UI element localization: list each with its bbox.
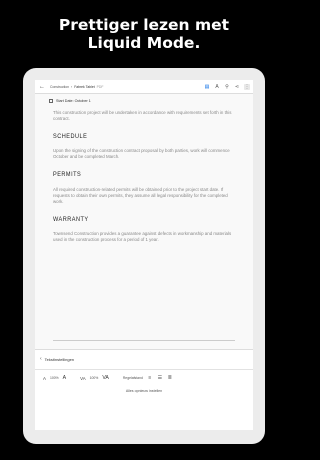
calendar-icon bbox=[49, 99, 53, 103]
font-size-large-icon[interactable]: A bbox=[63, 375, 66, 381]
section-heading-warranty: WARRANTY bbox=[53, 215, 89, 223]
document-title: Start Date: October 1 bbox=[56, 99, 91, 103]
section-body-schedule: Upon the signing of the construction con… bbox=[53, 148, 230, 160]
more-icon[interactable]: ⋮ bbox=[244, 83, 250, 90]
document-view: Start Date: October 1 This construction … bbox=[35, 94, 253, 349]
panel-title: Tekstinstellingen bbox=[44, 356, 75, 362]
document-body: This construction project will be undert… bbox=[53, 110, 235, 255]
line-spacing-increase-icon[interactable]: ≣ bbox=[167, 375, 173, 381]
document-start-date: Start Date: October 1 bbox=[49, 99, 91, 103]
letter-spacing-icon[interactable]: VA bbox=[80, 376, 86, 381]
section-body-warranty: Townsend Construction provides a guarant… bbox=[53, 230, 232, 243]
panel-header[interactable]: ‹ Tekstinstellingen bbox=[40, 356, 74, 362]
liquid-mode-icon[interactable]: ▤ bbox=[204, 84, 210, 90]
back-arrow-icon[interactable]: ← bbox=[39, 84, 45, 90]
app-screen: ← Construction › Fabrek Tablet PDF ▤ A ⚲… bbox=[35, 80, 253, 430]
section-heading-schedule: SCHEDULE bbox=[53, 133, 88, 141]
promo-headline-line2: Liquid Mode. bbox=[87, 34, 201, 52]
breadcrumb-document: Fabrek Tablet bbox=[74, 84, 95, 89]
breadcrumb-separator: › bbox=[71, 84, 73, 89]
letter-spacing-large-icon[interactable]: VA bbox=[102, 375, 109, 381]
line-spacing-default-icon[interactable]: ☰ bbox=[157, 375, 163, 381]
document-intro: This construction project will be undert… bbox=[53, 110, 232, 122]
document-divider bbox=[53, 340, 235, 341]
section-heading-permits: PERMITS bbox=[53, 171, 82, 179]
text-settings-panel: ‹ Tekstinstellingen A 100% A VA 100% VA … bbox=[35, 349, 253, 430]
top-toolbar: ← Construction › Fabrek Tablet PDF ▤ A ⚲… bbox=[35, 80, 253, 94]
breadcrumb-folder[interactable]: Construction bbox=[50, 85, 69, 89]
text-controls: A 100% A VA 100% VA Regelafstand ≡ ☰ ≣ bbox=[43, 375, 247, 381]
letter-spacing-value: 100% bbox=[89, 376, 99, 380]
promo-headline: Prettiger lezen met Liquid Mode. bbox=[0, 16, 288, 52]
font-size-icon[interactable]: A bbox=[43, 376, 46, 381]
line-spacing-label: Regelafstand bbox=[122, 376, 143, 380]
promo-headline-line1: Prettiger lezen met bbox=[58, 16, 230, 34]
share-icon[interactable]: ⋖ bbox=[234, 84, 240, 90]
tablet-frame: ← Construction › Fabrek Tablet PDF ▤ A ⚲… bbox=[23, 68, 265, 444]
file-type-label: PDF bbox=[96, 84, 104, 89]
reset-all-button[interactable]: Alles opnieuw instellen bbox=[35, 389, 253, 393]
font-zoom-value: 100% bbox=[49, 376, 59, 380]
section-body-permits: All required construction-related permit… bbox=[53, 186, 228, 204]
panel-divider bbox=[35, 369, 253, 370]
chevron-left-icon[interactable]: ‹ bbox=[40, 356, 42, 362]
search-icon[interactable]: ⚲ bbox=[224, 84, 230, 90]
breadcrumb: Construction › Fabrek Tablet PDF bbox=[50, 85, 103, 89]
line-spacing-decrease-icon[interactable]: ≡ bbox=[147, 375, 153, 381]
text-size-icon[interactable]: A bbox=[214, 84, 220, 90]
